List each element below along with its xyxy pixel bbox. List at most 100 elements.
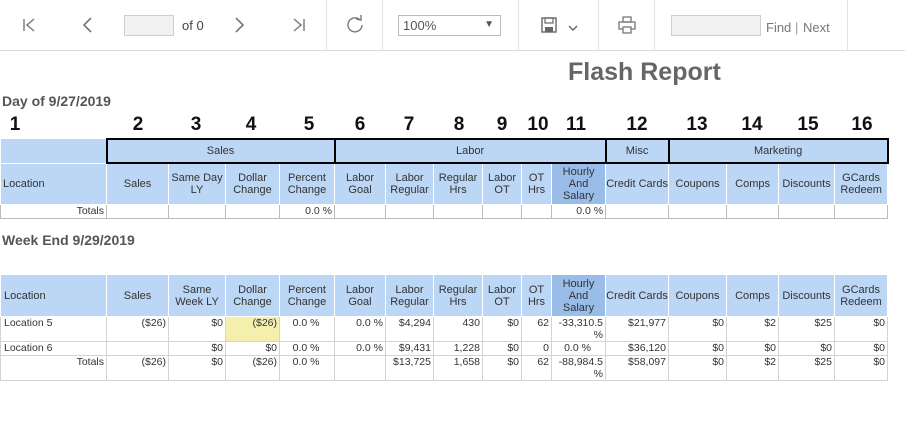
row-labor-regular: $4,294 bbox=[385, 316, 434, 342]
print-icon[interactable] bbox=[614, 12, 640, 38]
refresh-group bbox=[327, 0, 383, 51]
column-number: 14 bbox=[741, 114, 763, 135]
cell bbox=[385, 203, 435, 219]
column-number: 4 bbox=[245, 114, 257, 135]
cell bbox=[106, 203, 169, 219]
column-header-row: Location Sales Same Day LY Dollar Change… bbox=[0, 162, 889, 205]
row-hourly-salary: -33,310.5 % bbox=[551, 316, 606, 342]
totals-gcards-redeem: $0 bbox=[834, 355, 888, 381]
week-section-title: Week End 9/29/2019 bbox=[2, 232, 135, 248]
header-percent-change: Percent Change bbox=[279, 274, 335, 317]
group-header-sales: Sales bbox=[105, 138, 336, 164]
header-percent-change: Percent Change bbox=[278, 162, 336, 205]
row-comps: $2 bbox=[726, 316, 779, 342]
group-header-labor: Labor bbox=[333, 138, 607, 164]
row-location: Location 6 bbox=[0, 341, 107, 356]
zoom-select[interactable]: 100% ▼ bbox=[398, 15, 501, 36]
totals-dollar-change: ($26) bbox=[225, 355, 280, 381]
next-link[interactable]: Next bbox=[803, 20, 830, 35]
day-section-title: Day of 9/27/2019 bbox=[2, 93, 111, 109]
row-labor-ot: $0 bbox=[482, 341, 522, 356]
column-number: 9 bbox=[496, 114, 508, 135]
column-number: 10 bbox=[527, 114, 549, 135]
header-location: Location bbox=[0, 162, 107, 205]
header-coupons: Coupons bbox=[668, 274, 727, 317]
group-header-row: Sales Labor Misc Marketing bbox=[0, 138, 889, 164]
header-gcards-redeem: GCards Redeem bbox=[834, 162, 889, 205]
header-credit-cards: Credit Cards bbox=[605, 162, 670, 205]
row-dollar-change: $0 bbox=[225, 341, 280, 356]
totals-labor-goal bbox=[334, 355, 386, 381]
cell bbox=[168, 203, 226, 219]
header-gcards-redeem: GCards Redeem bbox=[834, 274, 888, 317]
previous-page-icon[interactable] bbox=[75, 12, 101, 38]
totals-labor-regular: $13,725 bbox=[385, 355, 434, 381]
header-comps: Comps bbox=[726, 274, 779, 317]
week-report-table: Location Sales Same Week LY Dollar Chang… bbox=[0, 274, 888, 381]
cell bbox=[834, 203, 889, 219]
totals-sales: ($26) bbox=[106, 355, 169, 381]
cell bbox=[225, 203, 280, 219]
header-labor-ot: Labor OT bbox=[482, 162, 523, 205]
week-header-row: Location Sales Same Week LY Dollar Chang… bbox=[0, 274, 888, 317]
find-link[interactable]: Find bbox=[766, 20, 791, 35]
column-number: 5 bbox=[303, 114, 315, 135]
header-discounts: Discounts bbox=[778, 162, 836, 205]
totals-hourly-salary: -88,984.5 % bbox=[551, 355, 606, 381]
group-header-marketing: Marketing bbox=[667, 138, 889, 164]
page-number-input[interactable] bbox=[124, 15, 174, 36]
row-regular-hrs: 1,228 bbox=[433, 341, 483, 356]
chevron-down-icon[interactable] bbox=[560, 15, 586, 41]
page-count-label: of 0 bbox=[182, 18, 204, 33]
row-percent-change: 0.0 % bbox=[279, 341, 335, 356]
find-input[interactable] bbox=[671, 15, 761, 36]
row-dollar-change: ($26) bbox=[225, 316, 280, 342]
header-regular-hrs: Regular Hrs bbox=[433, 162, 484, 205]
header-discounts: Discounts bbox=[778, 274, 835, 317]
save-icon[interactable] bbox=[536, 12, 562, 38]
row-credit-cards: $36,120 bbox=[605, 341, 669, 356]
column-number: 15 bbox=[797, 114, 819, 135]
header-hourly-salary: Hourly And Salary bbox=[551, 274, 606, 317]
navigation-group: of 0 bbox=[0, 0, 327, 51]
header-labor-ot: Labor OT bbox=[482, 274, 522, 317]
report-title: Flash Report bbox=[568, 58, 721, 86]
row-coupons: $0 bbox=[668, 341, 727, 356]
totals-same-week-ly: $0 bbox=[168, 355, 226, 381]
row-labor-goal: 0.0 % bbox=[334, 316, 386, 342]
header-sales: Sales bbox=[106, 162, 169, 205]
column-number: 1 bbox=[9, 114, 21, 135]
find-separator: | bbox=[795, 20, 799, 35]
totals-percent-change: 0.0 % bbox=[278, 203, 336, 219]
group-header-blank bbox=[0, 138, 107, 163]
header-labor-goal: Labor Goal bbox=[334, 274, 386, 317]
cell bbox=[521, 203, 553, 219]
next-page-icon[interactable] bbox=[226, 12, 252, 38]
first-page-icon[interactable] bbox=[16, 12, 42, 38]
column-number: 7 bbox=[403, 114, 415, 135]
header-labor-goal: Labor Goal bbox=[334, 162, 387, 205]
header-coupons: Coupons bbox=[668, 162, 728, 205]
row-percent-change: 0.0 % bbox=[279, 316, 335, 342]
header-regular-hrs: Regular Hrs bbox=[433, 274, 483, 317]
row-discounts: $25 bbox=[778, 316, 835, 342]
row-discounts: $0 bbox=[778, 341, 835, 356]
last-page-icon[interactable] bbox=[286, 12, 312, 38]
row-gcards-redeem: $0 bbox=[834, 316, 888, 342]
totals-discounts: $25 bbox=[778, 355, 835, 381]
table-row: Location 6 $0 $0 0.0 % 0.0 % $9,431 1,22… bbox=[0, 341, 888, 356]
table-row: Location 5 ($26) $0 ($26) 0.0 % 0.0 % $4… bbox=[0, 316, 888, 342]
header-labor-regular: Labor Regular bbox=[385, 162, 435, 205]
row-credit-cards: $21,977 bbox=[605, 316, 669, 342]
row-sales: ($26) bbox=[106, 316, 169, 342]
cell bbox=[334, 203, 387, 219]
row-labor-goal: 0.0 % bbox=[334, 341, 386, 356]
day-report-table: Sales Labor Misc Marketing Location Sale… bbox=[0, 138, 889, 219]
column-number: 6 bbox=[354, 114, 366, 135]
refresh-icon[interactable] bbox=[342, 12, 368, 38]
totals-hourly-salary: 0.0 % bbox=[551, 203, 607, 219]
cell bbox=[668, 203, 728, 219]
header-same-day-ly: Same Day LY bbox=[168, 162, 226, 205]
cell bbox=[726, 203, 780, 219]
header-hourly-salary: Hourly And Salary bbox=[551, 162, 607, 205]
